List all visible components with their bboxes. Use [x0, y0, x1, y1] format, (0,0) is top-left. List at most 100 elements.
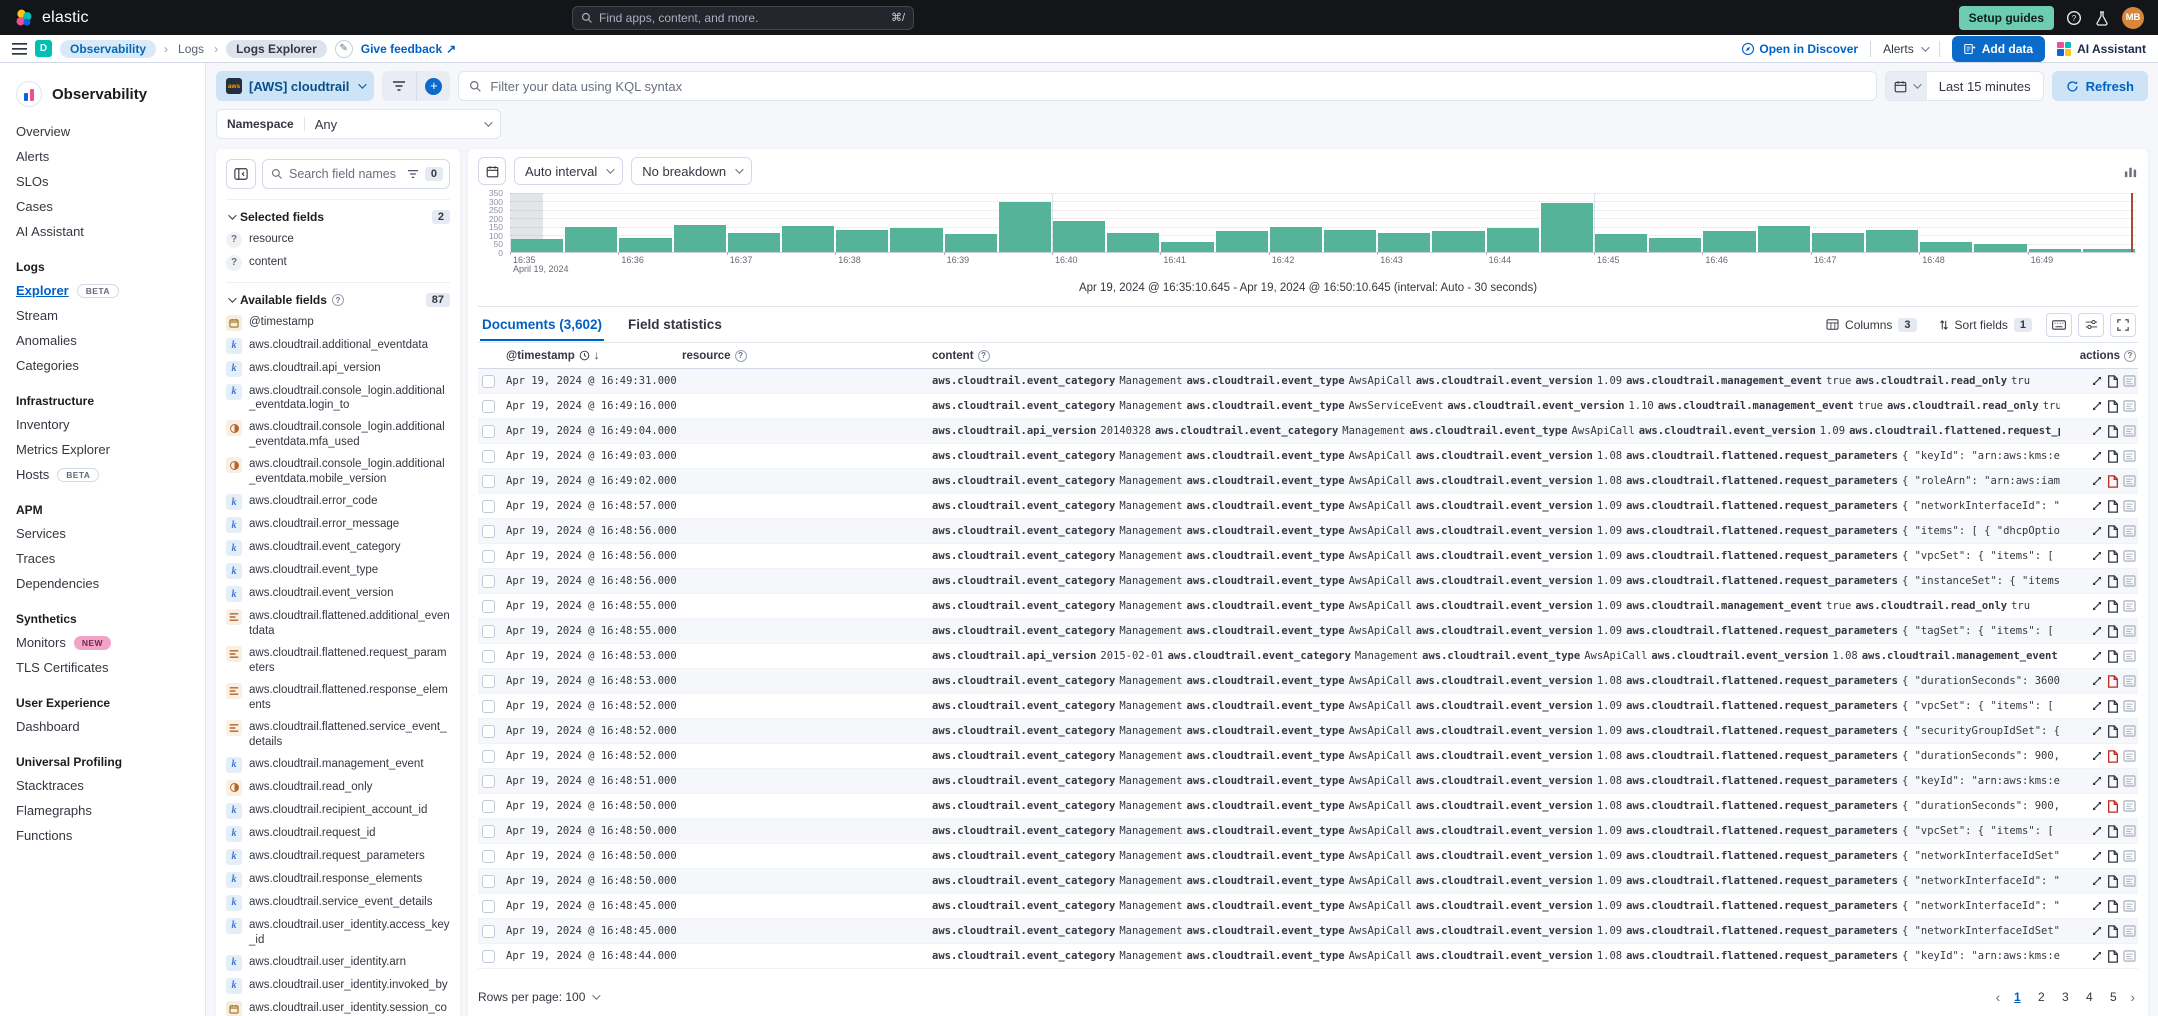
- row-checkbox[interactable]: [482, 850, 495, 863]
- field-item-aws-cloudtrail-flattened-service-event-details[interactable]: aws.cloudtrail.flattened.service_event_d…: [226, 716, 450, 753]
- sidebar-item-overview[interactable]: Overview: [0, 119, 205, 144]
- tab-field-statistics[interactable]: Field statistics: [626, 308, 724, 341]
- row-checkbox[interactable]: [482, 825, 495, 838]
- field-item-aws-cloudtrail-recipient-account-id[interactable]: kaws.cloudtrail.recipient_account_id: [226, 799, 450, 822]
- field-item-aws-cloudtrail-flattened-response-elements[interactable]: aws.cloudtrail.flattened.response_elemen…: [226, 679, 450, 716]
- expand-document-icon[interactable]: [2091, 800, 2103, 812]
- columns-button[interactable]: Columns 3: [1818, 314, 1924, 336]
- document-quality-icon[interactable]: [2107, 625, 2119, 638]
- sidebar-item-tls-certificates[interactable]: TLS Certificates: [0, 655, 205, 680]
- expand-document-icon[interactable]: [2091, 475, 2103, 487]
- histogram-bar[interactable]: [511, 239, 563, 252]
- stacktrace-icon[interactable]: [2123, 475, 2136, 487]
- sidebar-item-monitors[interactable]: MonitorsNEW: [0, 630, 205, 655]
- expand-document-icon[interactable]: [2091, 600, 2103, 612]
- histogram-bar[interactable]: [674, 225, 726, 252]
- stacktrace-icon[interactable]: [2123, 625, 2136, 637]
- stacktrace-icon[interactable]: [2123, 550, 2136, 562]
- document-quality-icon[interactable]: [2107, 850, 2119, 863]
- field-item-aws-cloudtrail-console-login-additional-eventdata-login-to[interactable]: kaws.cloudtrail.console_login.additional…: [226, 380, 450, 417]
- chart-date-button[interactable]: [478, 157, 506, 185]
- ai-assistant-button[interactable]: AI Assistant: [2057, 42, 2146, 56]
- sidebar-item-stream[interactable]: Stream: [0, 303, 205, 328]
- field-item-aws-cloudtrail-event-version[interactable]: kaws.cloudtrail.event_version: [226, 583, 450, 606]
- histogram-bar[interactable]: [1107, 233, 1159, 252]
- stacktrace-icon[interactable]: [2123, 500, 2136, 512]
- field-item-aws-cloudtrail-api-version[interactable]: kaws.cloudtrail.api_version: [226, 357, 450, 380]
- global-search-input[interactable]: [599, 11, 885, 25]
- row-checkbox[interactable]: [482, 700, 495, 713]
- expand-document-icon[interactable]: [2091, 400, 2103, 412]
- sidebar-item-flamegraphs[interactable]: Flamegraphs: [0, 798, 205, 823]
- breakdown-select[interactable]: No breakdown: [631, 157, 752, 185]
- histogram-bar[interactable]: [565, 227, 617, 252]
- degraded-document-icon[interactable]: [2107, 475, 2119, 488]
- sidebar-item-stacktraces[interactable]: Stacktraces: [0, 773, 205, 798]
- field-item-aws-cloudtrail-additional-eventdata[interactable]: kaws.cloudtrail.additional_eventdata: [226, 334, 450, 357]
- row-checkbox[interactable]: [482, 450, 495, 463]
- selected-fields-header[interactable]: Selected fields 2: [226, 200, 450, 228]
- sidebar-item-hosts[interactable]: HostsBETA: [0, 462, 205, 487]
- add-data-button[interactable]: Add data: [1952, 36, 2045, 62]
- histogram-bar[interactable]: [2083, 249, 2135, 252]
- stacktrace-icon[interactable]: [2123, 800, 2136, 812]
- field-filter-icon[interactable]: [407, 169, 419, 179]
- expand-document-icon[interactable]: [2091, 750, 2103, 762]
- histogram-bar[interactable]: [1378, 233, 1430, 252]
- page-button-1[interactable]: 1: [2007, 986, 2027, 1008]
- histogram-bar[interactable]: [619, 238, 671, 252]
- field-item-aws-cloudtrail-console-login-additional-eventdata-mobile-version[interactable]: aws.cloudtrail.console_login.additional_…: [226, 454, 450, 491]
- row-checkbox[interactable]: [482, 425, 495, 438]
- sidebar-item-ai-assistant[interactable]: AI Assistant: [0, 219, 205, 244]
- histogram-bar[interactable]: [1866, 230, 1918, 252]
- sidebar-item-functions[interactable]: Functions: [0, 823, 205, 848]
- degraded-document-icon[interactable]: [2107, 675, 2119, 688]
- expand-document-icon[interactable]: [2091, 375, 2103, 387]
- document-quality-icon[interactable]: [2107, 525, 2119, 538]
- histogram-bar[interactable]: [1270, 227, 1322, 252]
- histogram-bar[interactable]: [728, 233, 780, 252]
- stacktrace-icon[interactable]: [2123, 900, 2136, 912]
- page-button-4[interactable]: 4: [2079, 986, 2099, 1008]
- field-item-aws-cloudtrail-read-only[interactable]: aws.cloudtrail.read_only: [226, 776, 450, 799]
- expand-document-icon[interactable]: [2091, 425, 2103, 437]
- field-item-aws-cloudtrail-event-type[interactable]: kaws.cloudtrail.event_type: [226, 560, 450, 583]
- sidebar-item-inventory[interactable]: Inventory: [0, 412, 205, 437]
- histogram-bar[interactable]: [836, 230, 888, 252]
- sidebar-item-dependencies[interactable]: Dependencies: [0, 571, 205, 596]
- row-checkbox[interactable]: [482, 475, 495, 488]
- display-options-button[interactable]: [2078, 313, 2104, 337]
- stacktrace-icon[interactable]: [2123, 825, 2136, 837]
- document-quality-icon[interactable]: [2107, 400, 2119, 413]
- stacktrace-icon[interactable]: [2123, 575, 2136, 587]
- field-item-aws-cloudtrail-flattened-additional-eventdata[interactable]: aws.cloudtrail.flattened.additional_even…: [226, 606, 450, 643]
- row-checkbox[interactable]: [482, 800, 495, 813]
- kql-input[interactable]: [490, 79, 1865, 94]
- histogram-bar[interactable]: [999, 202, 1051, 252]
- row-checkbox[interactable]: [482, 650, 495, 663]
- histogram-bar[interactable]: [1758, 226, 1810, 252]
- sidebar-item-categories[interactable]: Categories: [0, 353, 205, 378]
- alerts-menu[interactable]: Alerts: [1883, 42, 1927, 56]
- fullscreen-button[interactable]: [2110, 313, 2136, 337]
- stacktrace-icon[interactable]: [2123, 700, 2136, 712]
- field-item-aws-cloudtrail-request-parameters[interactable]: kaws.cloudtrail.request_parameters: [226, 845, 450, 868]
- menu-icon[interactable]: [12, 43, 27, 55]
- row-checkbox[interactable]: [482, 550, 495, 563]
- row-checkbox[interactable]: [482, 950, 495, 963]
- sidebar-item-dashboard[interactable]: Dashboard: [0, 714, 205, 739]
- dataview-picker[interactable]: aws [AWS] cloudtrail: [216, 71, 374, 101]
- field-item-aws-cloudtrail-flattened-request-parameters[interactable]: aws.cloudtrail.flattened.request_paramet…: [226, 643, 450, 680]
- histogram-bar[interactable]: [1649, 238, 1701, 252]
- field-item-aws-cloudtrail-event-category[interactable]: kaws.cloudtrail.event_category: [226, 537, 450, 560]
- document-quality-icon[interactable]: [2107, 775, 2119, 788]
- elastic-brand[interactable]: elastic: [14, 8, 89, 28]
- breadcrumb-logs[interactable]: Logs: [176, 40, 206, 58]
- document-quality-icon[interactable]: [2107, 825, 2119, 838]
- content-column-header[interactable]: content ?: [932, 350, 2060, 362]
- row-checkbox[interactable]: [482, 500, 495, 513]
- degraded-document-icon[interactable]: [2107, 800, 2119, 813]
- field-item-aws-cloudtrail-error-message[interactable]: kaws.cloudtrail.error_message: [226, 514, 450, 537]
- document-quality-icon[interactable]: [2107, 925, 2119, 938]
- document-quality-icon[interactable]: [2107, 375, 2119, 388]
